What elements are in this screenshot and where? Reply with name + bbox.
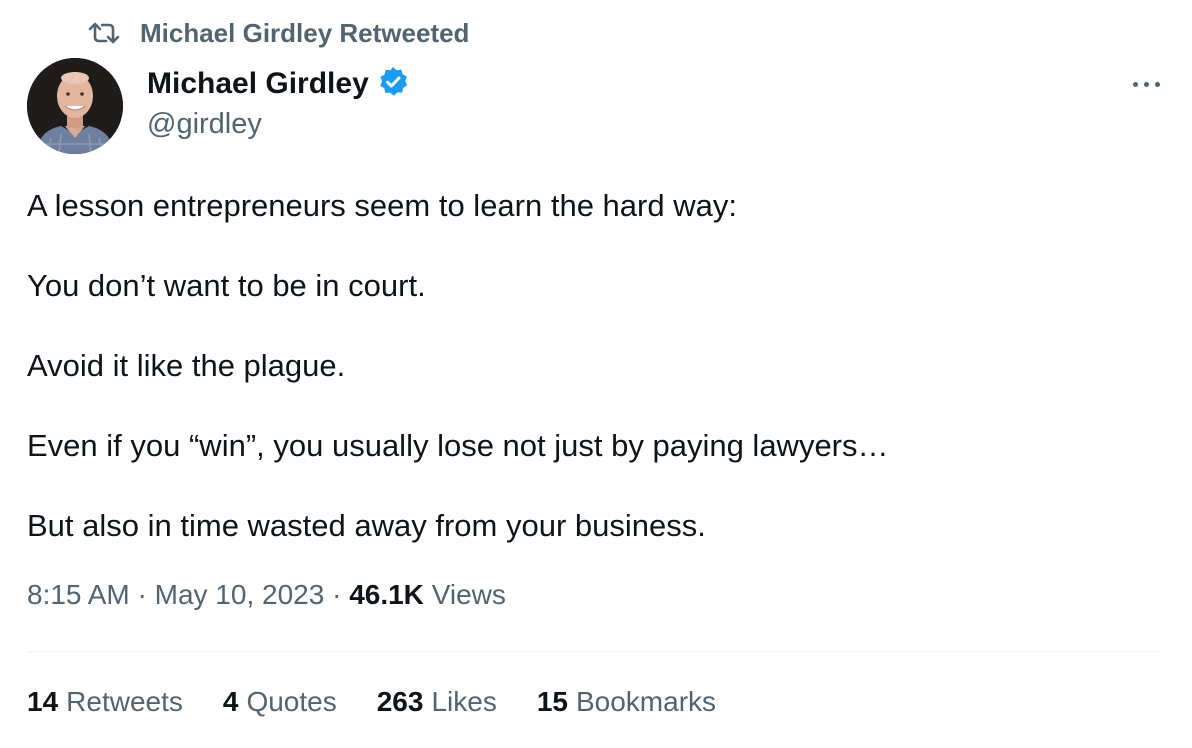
tweet-time[interactable]: 8:15 AM	[27, 579, 130, 611]
views-label: Views	[431, 579, 506, 610]
meta-separator: ·	[332, 579, 342, 610]
stat-quotes[interactable]: 4 Quotes	[223, 686, 337, 718]
social-context[interactable]: Michael Girdley Retweeted	[88, 16, 469, 50]
tweet-text: A lesson entrepreneurs seem to learn the…	[27, 186, 1157, 546]
avatar[interactable]	[27, 58, 123, 154]
stat-label: Retweets	[66, 686, 183, 717]
stat-likes[interactable]: 263 Likes	[377, 686, 497, 718]
tweet-meta: 8:15 AM · May 10, 2023 · 46.1K Views	[27, 579, 506, 611]
stat-count: 4	[222, 686, 239, 717]
stat-label: Bookmarks	[575, 686, 717, 717]
stat-bookmarks[interactable]: 15 Bookmarks	[537, 686, 716, 718]
meta-separator: ·	[137, 579, 147, 610]
tweet-paragraph: You don’t want to be in court.	[27, 268, 426, 303]
stat-count: 14	[27, 686, 59, 717]
more-options-icon-dot	[1143, 81, 1149, 87]
tweet-paragraph: But also in time wasted away from your b…	[27, 508, 706, 543]
engagement-stats: 14 Retweets 4 Quotes 263 Likes 15 Bookma…	[27, 686, 716, 718]
divider	[27, 651, 1159, 652]
tweet-paragraph: Even if you “win”, you usually lose not …	[27, 428, 889, 463]
more-options-button[interactable]	[1126, 70, 1166, 98]
author-handle[interactable]: @girdley	[147, 108, 409, 141]
tweet-paragraph: Avoid it like the plague.	[27, 348, 346, 383]
verified-badge-icon	[377, 66, 409, 103]
views-count: 46.1K	[349, 579, 424, 610]
stat-retweets[interactable]: 14 Retweets	[27, 686, 183, 718]
retweet-icon	[88, 21, 120, 45]
more-options-icon	[1132, 81, 1138, 87]
stat-count: 263	[376, 686, 424, 717]
author-block: Michael Girdley @girdley	[147, 64, 409, 141]
tweet-paragraph: A lesson entrepreneurs seem to learn the…	[27, 188, 737, 223]
tweet-date[interactable]: May 10, 2023	[155, 579, 325, 611]
stat-label: Quotes	[246, 686, 337, 717]
stat-label: Likes	[431, 686, 497, 717]
more-options-icon-dot	[1154, 81, 1160, 87]
stat-count: 15	[536, 686, 568, 717]
social-context-label: Michael Girdley Retweeted	[140, 17, 470, 48]
author-display-name[interactable]: Michael Girdley	[147, 67, 369, 101]
